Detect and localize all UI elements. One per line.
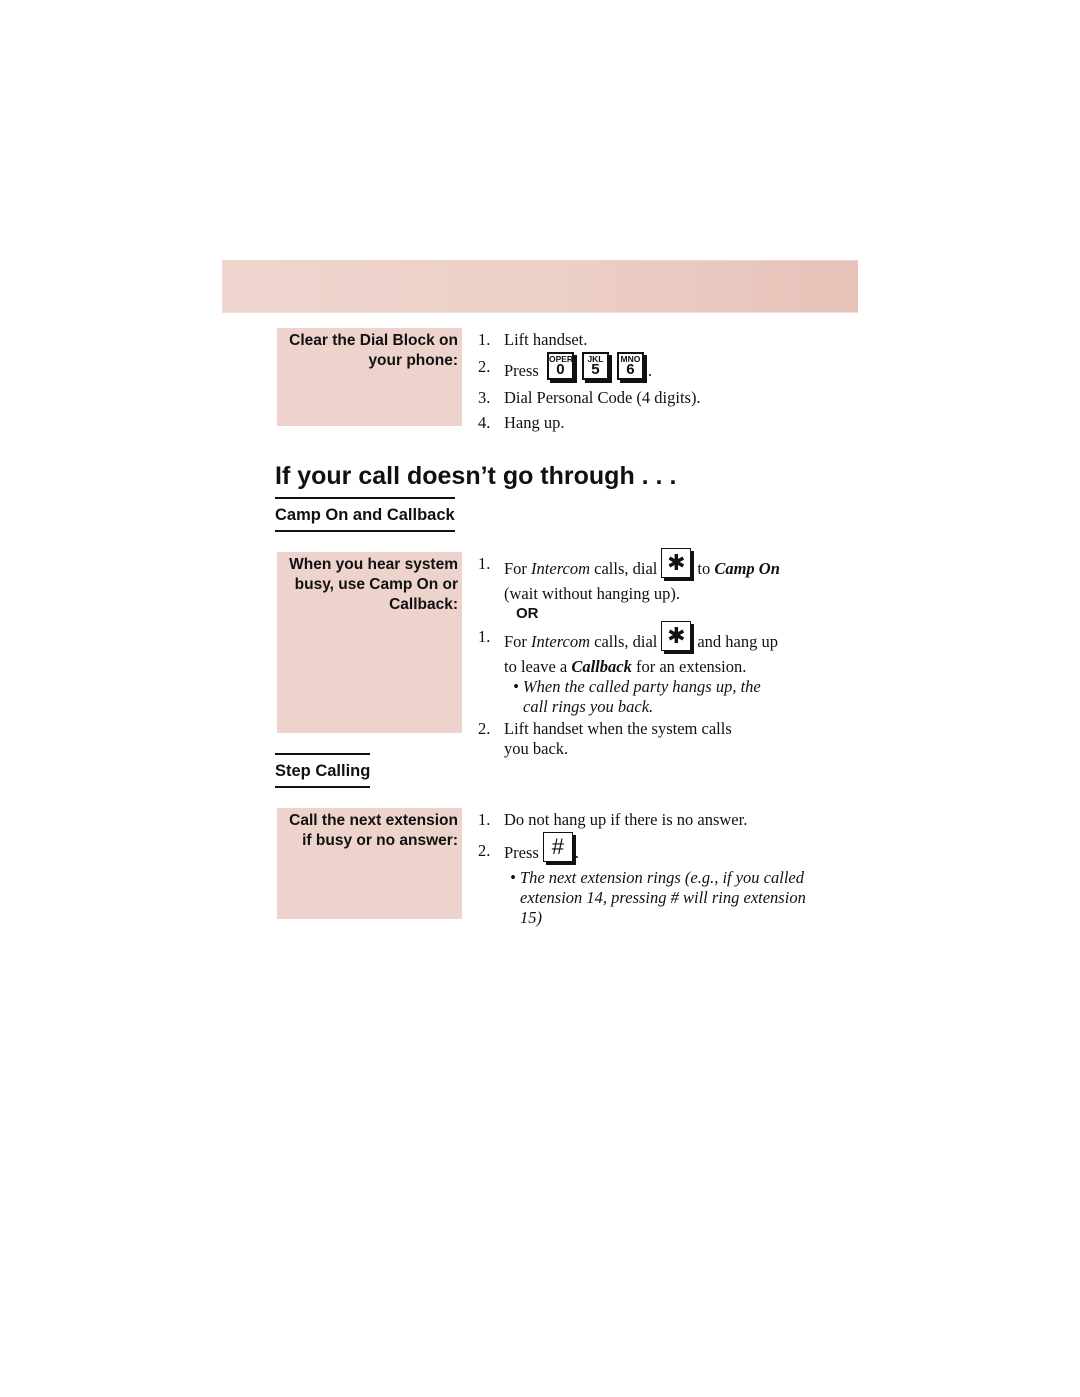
step-calling-label-box: Call the next extension if busy or no an… bbox=[277, 808, 462, 919]
dial-block-steps: 1. Lift handset. 2. Press OPER 0 JKL 5 MNO 6.… bbox=[478, 330, 818, 433]
step-calling-step-1: 1. Do not hang up if there is no answer. bbox=[478, 810, 748, 829]
camp-on-step-1a: 1. For Intercom calls, dial ✱ to Camp On (… bbox=[478, 548, 780, 603]
dial-step-4: 4. Hang up. bbox=[478, 413, 565, 432]
camp-on-heading: Camp On and Callback bbox=[275, 497, 455, 532]
dial-step-3: 3. Dial Personal Code (4 digits). bbox=[478, 388, 701, 407]
step-calling-note: • The next extension rings (e.g., if you… bbox=[510, 868, 806, 927]
section-title: If your call doesn’t go through . . . bbox=[275, 462, 677, 490]
or-label: OR bbox=[516, 605, 539, 622]
pound-key-icon: # bbox=[542, 832, 573, 862]
star-key-icon: ✱ bbox=[661, 548, 692, 578]
key-5-icon: JKL 5 bbox=[581, 352, 609, 380]
header-banner bbox=[222, 260, 858, 313]
key-6-icon: MNO 6 bbox=[616, 352, 644, 380]
camp-on-steps: 1. For Intercom calls, dial ✱ to Camp On (… bbox=[478, 548, 823, 759]
camp-on-label: When you hear system busy, use Camp On o… bbox=[289, 556, 458, 613]
step-calling-step-2: 2. Press #. bbox=[478, 832, 579, 862]
star-key-icon: ✱ bbox=[661, 621, 692, 651]
key-0-icon: OPER 0 bbox=[546, 352, 574, 380]
camp-on-step-1b: 1. For Intercom calls, dial ✱ and hang up … bbox=[478, 621, 779, 676]
camp-on-step-2: 2. Lift handset when the system calls yo… bbox=[478, 719, 732, 758]
camp-on-note: • When the called party hangs up, the ca… bbox=[513, 677, 761, 716]
step-calling-heading: Step Calling bbox=[275, 753, 371, 788]
dial-block-label-box: Clear the Dial Block on your phone: bbox=[277, 328, 462, 426]
camp-on-label-box: When you hear system busy, use Camp On o… bbox=[277, 552, 462, 733]
dial-step-1: 1. Lift handset. bbox=[478, 330, 588, 349]
dial-step-2: 2. Press OPER 0 JKL 5 MNO 6. bbox=[478, 352, 653, 380]
dial-block-label: Clear the Dial Block on your phone: bbox=[289, 332, 458, 369]
step-calling-steps: 1. Do not hang up if there is no answer.… bbox=[478, 810, 823, 928]
step-calling-label: Call the next extension if busy or no an… bbox=[289, 812, 458, 849]
